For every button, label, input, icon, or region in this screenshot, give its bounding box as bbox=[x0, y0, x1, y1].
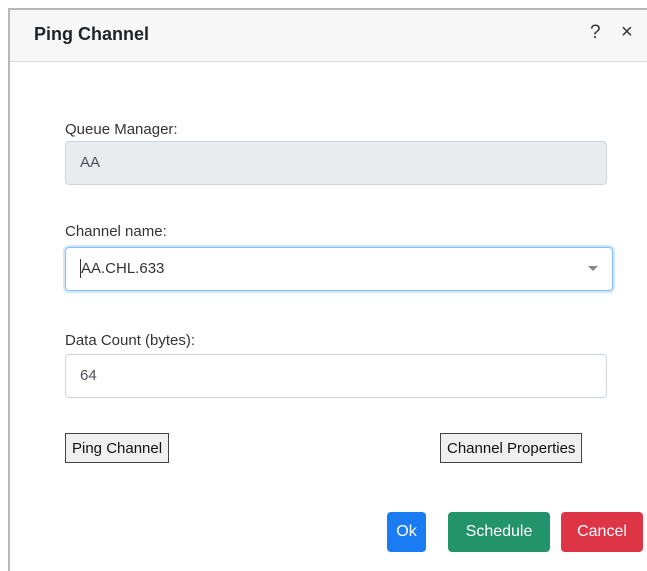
channel-name-select[interactable]: AA.CHL.633 bbox=[65, 247, 613, 291]
data-count-field[interactable]: 64 bbox=[65, 354, 607, 398]
ok-button[interactable]: Ok bbox=[387, 512, 426, 552]
dialog-title: Ping Channel bbox=[34, 24, 150, 44]
queue-manager-field: AA bbox=[65, 141, 607, 185]
cancel-button[interactable]: Cancel bbox=[561, 512, 643, 552]
chevron-down-icon bbox=[588, 266, 598, 271]
dialog-header: Ping Channel ? × bbox=[10, 10, 647, 62]
close-icon[interactable]: × bbox=[621, 21, 633, 44]
ping-channel-button[interactable]: Ping Channel bbox=[65, 433, 170, 463]
data-count-label: Data Count (bytes): bbox=[65, 332, 196, 349]
channel-properties-button[interactable]: Channel Properties bbox=[440, 433, 583, 463]
channel-name-label: Channel name: bbox=[65, 223, 167, 240]
help-icon[interactable]: ? bbox=[590, 22, 601, 44]
ping-channel-dialog: Ping Channel ? × Queue Manager: AA Chann… bbox=[8, 8, 647, 571]
channel-name-value: AA.CHL.633 bbox=[81, 260, 165, 277]
queue-manager-label: Queue Manager: bbox=[65, 121, 178, 138]
schedule-button[interactable]: Schedule bbox=[448, 512, 550, 552]
